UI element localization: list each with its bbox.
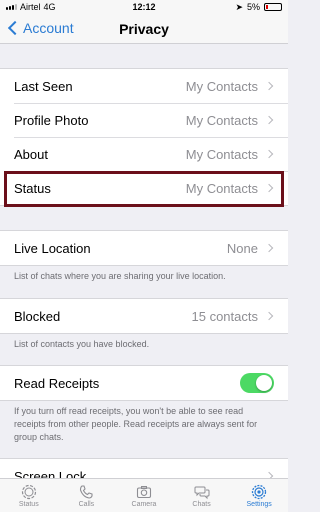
- tab-label: Camera: [131, 500, 157, 508]
- tab-calls[interactable]: Calls: [58, 479, 116, 512]
- tab-label: Status: [18, 500, 39, 508]
- read-receipts-row: Read Receipts: [0, 366, 288, 400]
- blocked-row[interactable]: Blocked 15 contacts: [0, 299, 288, 333]
- location-icon: ➤: [235, 1, 243, 12]
- battery-icon: [264, 3, 282, 11]
- row-label: About: [14, 146, 48, 162]
- battery-percent: 5%: [246, 2, 260, 12]
- clock: 12:12: [132, 2, 156, 12]
- tab-status[interactable]: Status: [0, 479, 58, 512]
- blocked-group: Blocked 15 contacts: [0, 298, 288, 334]
- row-value: My Contacts: [185, 112, 258, 128]
- tab-label: Settings: [246, 500, 272, 508]
- carrier-label: Airtel: [20, 2, 41, 12]
- row-value: 15 contacts: [191, 308, 259, 324]
- live-location-group: Live Location None: [0, 230, 288, 266]
- row-label: Last Seen: [14, 78, 73, 94]
- tab-chats[interactable]: Chats: [173, 479, 231, 512]
- camera-icon: [136, 485, 152, 498]
- read-receipts-group: Read Receipts: [0, 365, 288, 401]
- row-value: My Contacts: [185, 146, 258, 162]
- read-receipts-note: If you turn off read receipts, you won't…: [14, 406, 258, 442]
- tab-settings[interactable]: Settings: [230, 479, 288, 512]
- tab-bar: Status Calls Camera Chats Settings: [0, 478, 288, 512]
- chevron-right-icon: [264, 149, 274, 159]
- phone-icon: [80, 484, 93, 499]
- signal-icon: [6, 4, 17, 10]
- last-seen-row[interactable]: Last Seen My Contacts: [0, 69, 288, 103]
- chevron-right-icon: [264, 243, 274, 253]
- status-bar: Airtel 4G 12:12 ➤ 5%: [0, 0, 288, 14]
- navigation-bar: Account Privacy: [0, 14, 288, 44]
- live-location-row[interactable]: Live Location None: [0, 231, 288, 265]
- row-value: My Contacts: [185, 78, 258, 94]
- chevron-right-icon: [264, 311, 274, 321]
- chevron-right-icon: [264, 81, 274, 91]
- profile-photo-row[interactable]: Profile Photo My Contacts: [0, 103, 288, 137]
- network-label: 4G: [43, 2, 56, 12]
- status-icon: [21, 484, 36, 499]
- tab-camera[interactable]: Camera: [115, 479, 173, 512]
- row-label: Blocked: [14, 308, 61, 324]
- status-row-highlight: [4, 171, 284, 207]
- row-label: Read Receipts: [14, 375, 100, 391]
- row-label: Profile Photo: [14, 112, 89, 128]
- page-title: Privacy: [119, 21, 169, 37]
- read-receipts-toggle[interactable]: [240, 373, 274, 393]
- tab-label: Calls: [78, 500, 95, 508]
- tab-label: Chats: [192, 500, 211, 508]
- row-value: None: [226, 240, 258, 256]
- row-label: Live Location: [14, 240, 91, 256]
- blocked-note: List of contacts you have blocked.: [14, 339, 150, 349]
- live-location-note: List of chats where you are sharing your…: [14, 271, 226, 281]
- chevron-right-icon: [264, 115, 274, 125]
- gear-icon: [252, 484, 267, 499]
- about-row[interactable]: About My Contacts: [0, 137, 288, 171]
- chats-icon: [194, 486, 210, 499]
